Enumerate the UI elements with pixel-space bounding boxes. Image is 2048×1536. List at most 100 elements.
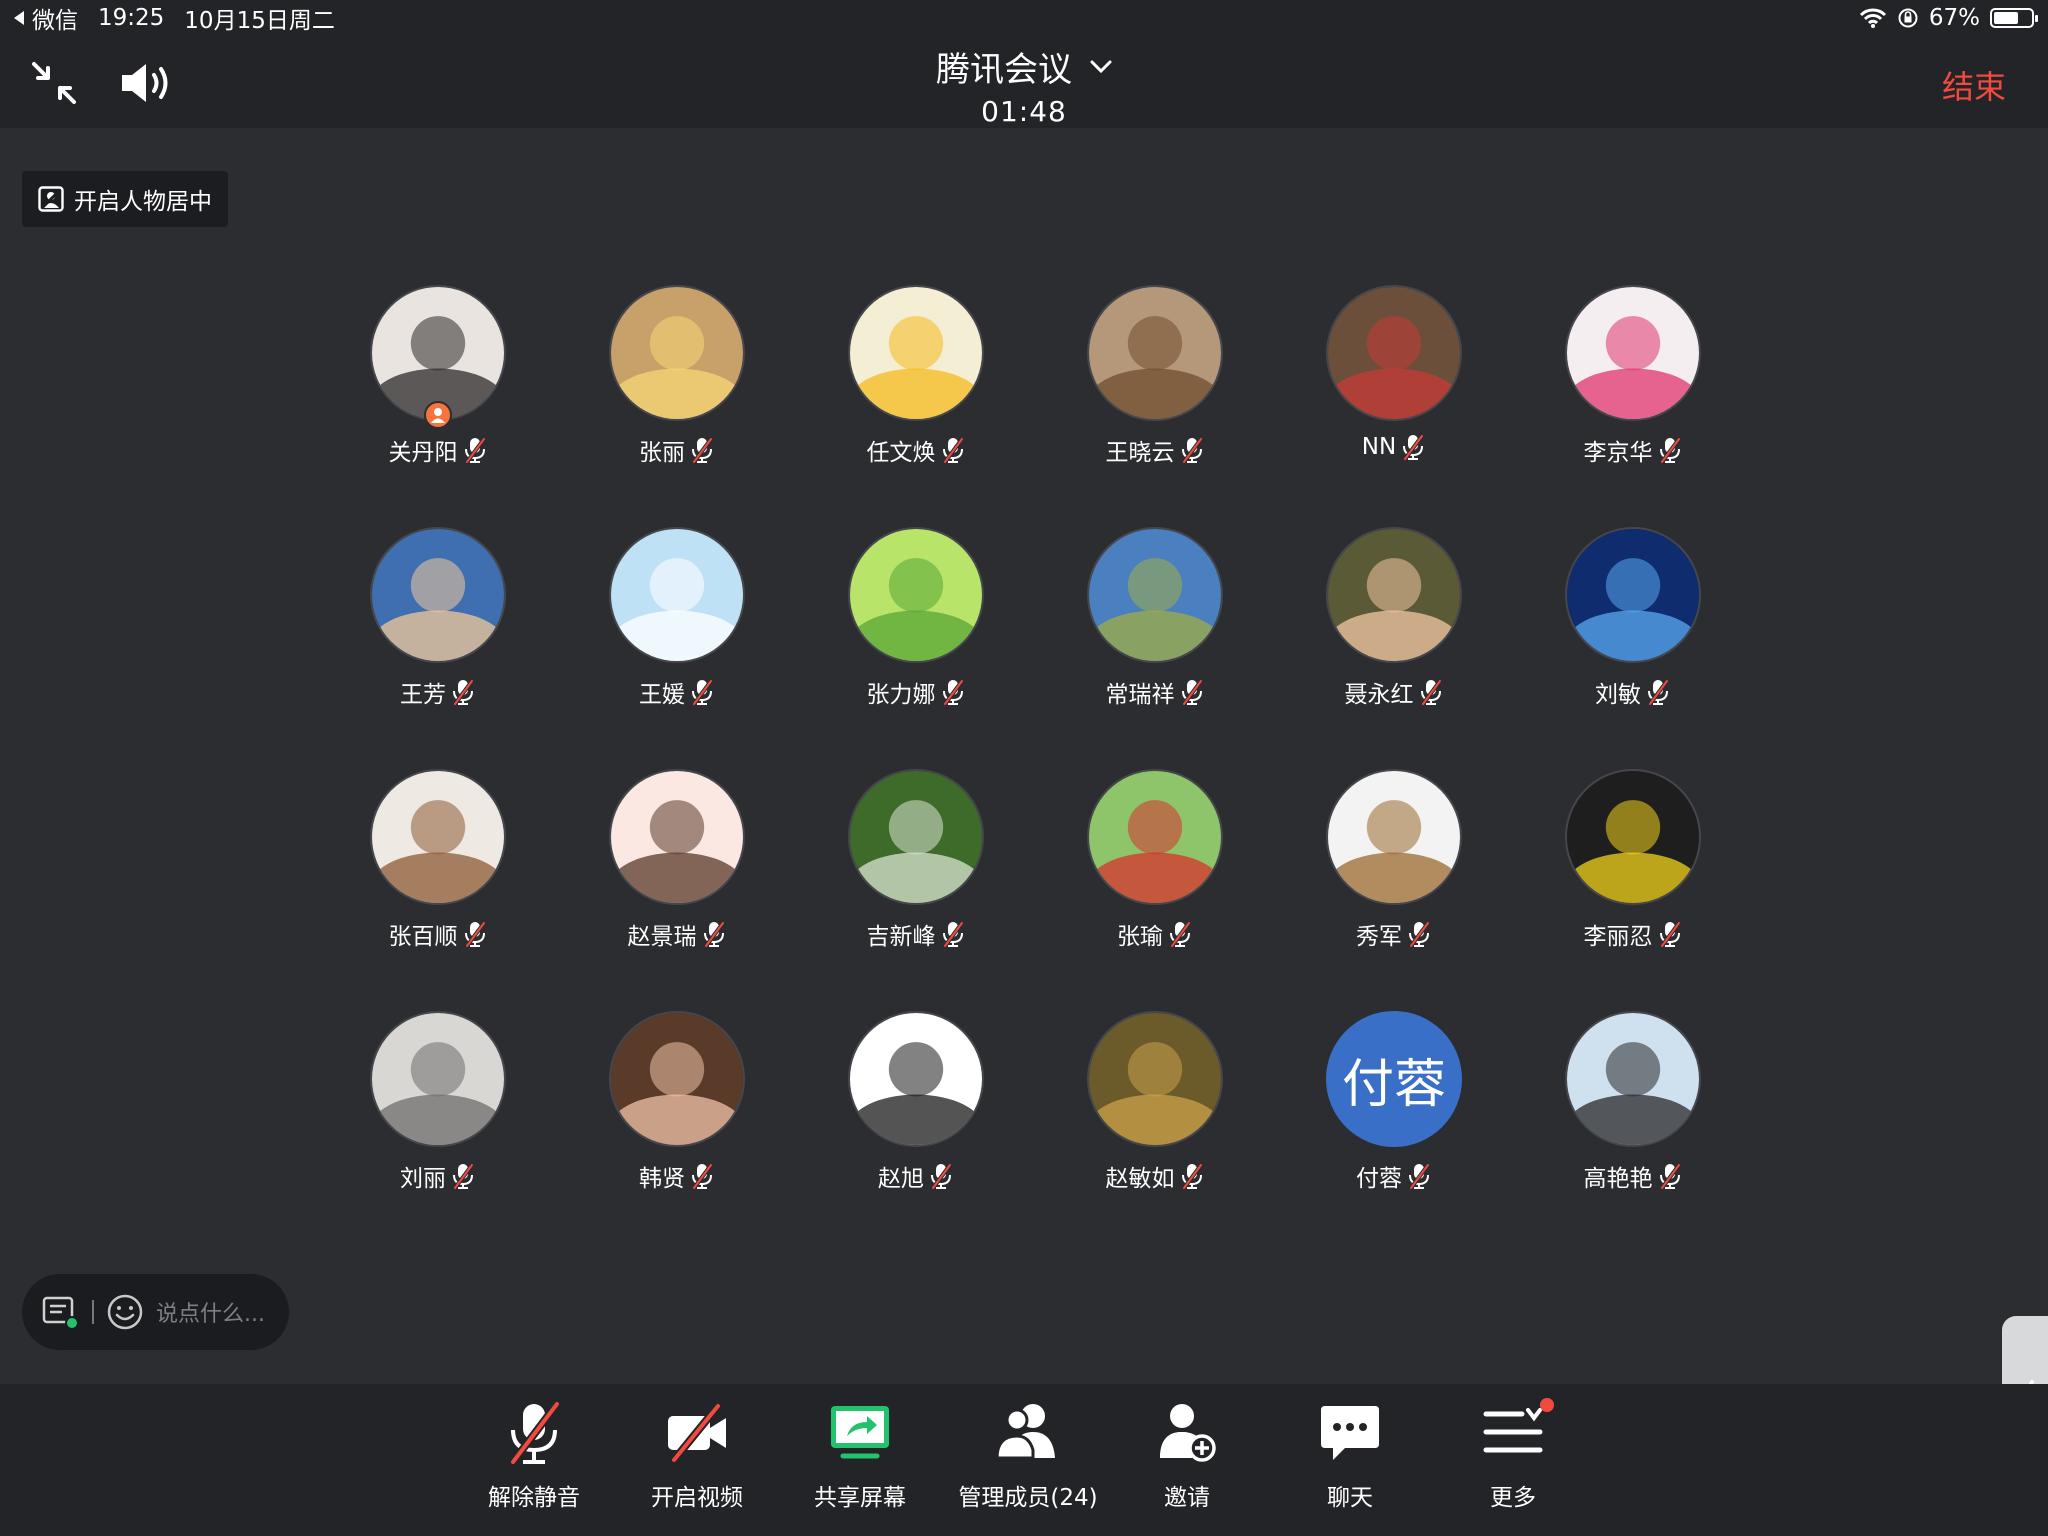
mic-off-icon: [1179, 678, 1205, 706]
more-button[interactable]: 更多: [1438, 1398, 1588, 1512]
participant-tile[interactable]: 赵旭: [816, 1011, 1016, 1211]
chat-placeholder[interactable]: 说点什么...: [156, 1296, 265, 1328]
unmute-button[interactable]: 解除静音: [459, 1398, 609, 1512]
avatar[interactable]: [1326, 527, 1462, 663]
start-video-button[interactable]: 开启视频: [622, 1398, 772, 1512]
center-person-toggle[interactable]: 开启人物居中: [22, 171, 228, 227]
avatar[interactable]: [609, 285, 745, 421]
participant-tile[interactable]: 王媛: [577, 527, 777, 727]
avatar[interactable]: [848, 285, 984, 421]
participant-tile[interactable]: 张丽: [577, 285, 777, 485]
participant-tile[interactable]: NN: [1294, 285, 1494, 485]
participant-name-row: NN: [1294, 433, 1494, 461]
avatar[interactable]: [1326, 769, 1462, 905]
avatar[interactable]: [1087, 527, 1223, 663]
chat-input-pill[interactable]: 说点什么...: [22, 1274, 289, 1350]
avatar[interactable]: [609, 527, 745, 663]
avatar[interactable]: [1087, 285, 1223, 421]
participant-tile[interactable]: 付蓉 付蓉: [1294, 1011, 1494, 1211]
participant-name-row: 聂永红: [1294, 675, 1494, 709]
participant-tile[interactable]: 王芳: [338, 527, 538, 727]
invite-label: 邀请: [1164, 1485, 1210, 1511]
avatar[interactable]: [370, 1011, 506, 1147]
participant-tile[interactable]: 任文焕: [816, 285, 1016, 485]
participant-tile[interactable]: 刘敏: [1533, 527, 1733, 727]
participant-tile[interactable]: 张百顺: [338, 769, 538, 969]
participant-tile[interactable]: 韩贤: [577, 1011, 777, 1211]
avatar-initials: 付蓉: [1341, 1054, 1446, 1115]
mic-off-icon: [462, 436, 488, 464]
participant-name: 付蓉: [1356, 1166, 1402, 1192]
manage-members-button[interactable]: 管理成员(24): [948, 1398, 1108, 1512]
avatar[interactable]: [1565, 1011, 1701, 1147]
participant-name-row: 张瑜: [1055, 917, 1255, 951]
status-time: 19:25: [98, 5, 165, 31]
emoji-icon[interactable]: [106, 1293, 144, 1331]
participant-tile[interactable]: 张瑜: [1055, 769, 1255, 969]
participant-name-row: 王媛: [577, 675, 777, 709]
avatar[interactable]: [1565, 527, 1701, 663]
bottom-toolbar: 解除静音 开启视频 共享屏幕 管理成员(24) 邀请 聊天 更多: [0, 1384, 2048, 1536]
notification-dot: [1540, 1398, 1554, 1412]
avatar[interactable]: [609, 769, 745, 905]
participant-name-row: 任文焕: [816, 433, 1016, 467]
participant-name-row: 刘丽: [338, 1159, 538, 1193]
invite-button[interactable]: 邀请: [1112, 1398, 1262, 1512]
participant-name-row: 王晓云: [1055, 433, 1255, 467]
participant-tile[interactable]: 李丽忍: [1533, 769, 1733, 969]
chat-button[interactable]: 聊天: [1275, 1398, 1425, 1512]
avatar[interactable]: [1565, 769, 1701, 905]
subtitle-icon[interactable]: [40, 1292, 80, 1332]
chat-bubble-icon: [1321, 1406, 1379, 1460]
avatar[interactable]: [370, 527, 506, 663]
avatar[interactable]: [848, 527, 984, 663]
participant-name: 韩贤: [639, 1166, 685, 1192]
mic-off-icon: [1179, 1162, 1205, 1190]
avatar[interactable]: [1087, 769, 1223, 905]
participant-tile[interactable]: 聂永红: [1294, 527, 1494, 727]
participant-tile[interactable]: 吉新峰: [816, 769, 1016, 969]
avatar[interactable]: [848, 769, 984, 905]
participant-name: 关丹阳: [388, 440, 458, 466]
battery-level: [1994, 12, 2019, 24]
share-screen-button[interactable]: 共享屏幕: [785, 1398, 935, 1512]
participant-name: 任文焕: [866, 440, 936, 466]
mic-off-icon: [1406, 920, 1432, 948]
participant-name: 王媛: [639, 682, 685, 708]
participant-name-row: 高艳艳: [1533, 1159, 1733, 1193]
avatar[interactable]: [609, 1011, 745, 1147]
avatar[interactable]: [1087, 1011, 1223, 1147]
participant-tile[interactable]: 王晓云: [1055, 285, 1255, 485]
avatar[interactable]: [1326, 285, 1462, 421]
participant-tile[interactable]: 高艳艳: [1533, 1011, 1733, 1211]
participant-tile[interactable]: 张力娜: [816, 527, 1016, 727]
participant-name: 张瑜: [1117, 924, 1163, 950]
add-user-icon: [1160, 1404, 1216, 1462]
participant-name: 秀军: [1356, 924, 1402, 950]
meeting-title-dropdown[interactable]: 腾讯会议: [936, 42, 1112, 91]
avatar[interactable]: 付蓉: [1326, 1011, 1462, 1147]
avatar[interactable]: [370, 769, 506, 905]
participant-tile[interactable]: 常瑞祥: [1055, 527, 1255, 727]
end-meeting-button[interactable]: 结束: [1942, 62, 2006, 108]
participant-tile[interactable]: 赵景瑞: [577, 769, 777, 969]
participant-name: 王芳: [400, 682, 446, 708]
participant-name-row: 李丽忍: [1533, 917, 1733, 951]
participant-tile[interactable]: 关丹阳: [338, 285, 538, 485]
mic-off-icon: [1418, 678, 1444, 706]
participant-tile[interactable]: 李京华: [1533, 285, 1733, 485]
participant-name-row: 吉新峰: [816, 917, 1016, 951]
avatar[interactable]: [1565, 285, 1701, 421]
avatar[interactable]: [848, 1011, 984, 1147]
status-bar: 微信 19:25 10月15日周二 67%: [0, 0, 2048, 36]
participant-tile[interactable]: 赵敏如: [1055, 1011, 1255, 1211]
participant-tile[interactable]: 秀军: [1294, 769, 1494, 969]
participant-name-row: 王芳: [338, 675, 538, 709]
mic-off-icon: [1657, 920, 1683, 948]
back-to-app[interactable]: 微信: [14, 1, 78, 35]
start-video-label: 开启视频: [651, 1485, 743, 1511]
chevron-down-icon: [1090, 60, 1112, 73]
participant-name: NN: [1361, 434, 1397, 460]
manage-members-label: 管理成员(24): [958, 1485, 1098, 1511]
participant-tile[interactable]: 刘丽: [338, 1011, 538, 1211]
